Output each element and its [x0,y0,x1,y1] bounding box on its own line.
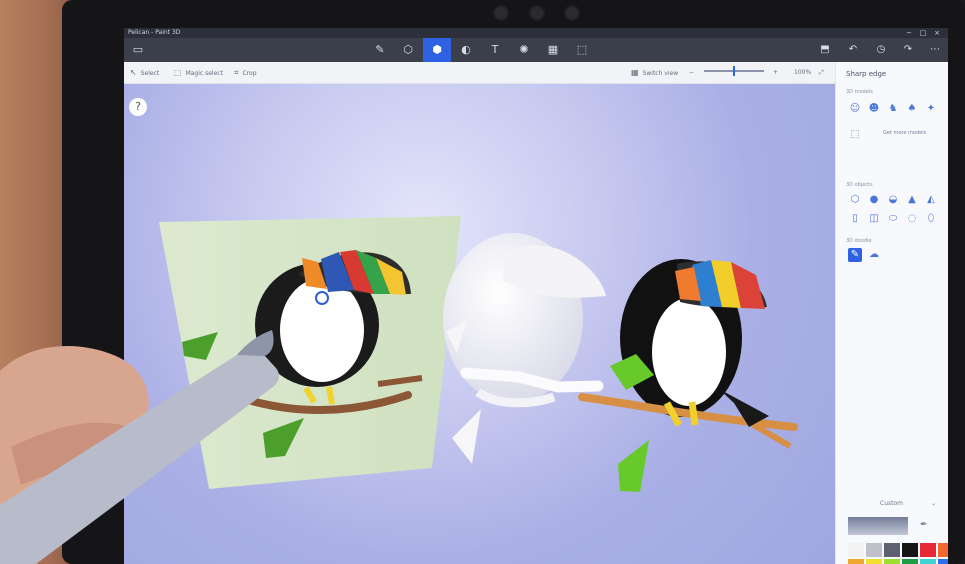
zoom-slider-thumb[interactable] [733,66,735,76]
magic-select-icon: ⬚ [174,68,182,77]
3d-objects-label: 3D objects [846,182,873,188]
capsule-icon[interactable]: ⬭ [886,212,900,226]
white-3d-toucan [443,233,606,464]
color-swatch[interactable] [884,559,900,564]
right-sidebar-panel: Sharp edge 3D models ☺ ☻ ♞ ♠ ✦ ⬚ Get mor… [835,62,948,564]
window-title: Pelican - Paint 3D [128,29,181,36]
torus-icon[interactable]: ⬯ [924,212,938,226]
select-icon: ↖ [130,68,137,77]
3d-canvas[interactable]: ? [124,84,835,564]
camera-icon [566,7,578,19]
more-options-icon[interactable]: ⋯ [923,38,947,62]
color-swatch[interactable] [920,543,936,557]
panel-title: Sharp edge [846,70,887,78]
color-swatch[interactable] [920,559,936,564]
canvas-toolbar: ↖ Select ⬚ Magic select ⌗ Crop ▦ Switch view… [124,62,835,84]
switch-view-button[interactable]: ▦ Switch view [631,62,678,84]
woman-model-icon[interactable]: ☻ [867,102,881,116]
fit-to-screen-icon[interactable]: ⤢ [819,62,824,84]
crop-icon: ⌗ [234,68,239,77]
dog-model-icon[interactable]: ♞ [886,102,900,116]
crop-tool[interactable]: ⌗ Crop [234,62,257,84]
tube-icon[interactable]: ◫ [867,212,881,226]
cone-icon[interactable]: ▲ [905,193,919,207]
maximize-icon[interactable]: □ [916,28,930,38]
pen-tip-image [248,380,260,392]
pyramid-icon[interactable]: ◭ [924,193,938,207]
file-menu-icon[interactable]: ▭ [128,38,148,62]
3d-shapes-icon[interactable]: ⬢ [423,38,451,62]
color-swatch[interactable] [938,559,948,564]
2d-shapes-icon[interactable]: ⬡ [394,38,422,62]
color-swatch[interactable] [938,543,948,557]
switch-view-icon: ▦ [631,68,639,77]
man-model-icon[interactable]: ☺ [848,102,862,116]
zoom-level: 100% [794,69,812,76]
color-swatch[interactable] [902,543,918,557]
undo-icon[interactable]: ↶ [841,38,865,62]
get-more-models-link[interactable]: Get more models [883,130,926,136]
color-swatch[interactable] [848,543,864,557]
colored-3d-toucan [578,259,798,492]
color-swatch[interactable] [902,559,918,564]
cube-icon[interactable]: ⬡ [848,193,862,207]
sharp-edge-doodle-icon[interactable]: ✎ [848,248,862,262]
selected-color-preview [848,517,908,535]
remix-icon[interactable]: ⬒ [813,38,837,62]
camera-icon [495,7,507,19]
eyedropper-icon[interactable]: ✒ [920,520,928,530]
magic-select-tool[interactable]: ⬚ Magic select [174,62,223,84]
color-swatch[interactable] [848,559,864,564]
top-menu-bar: ▭ ✎ ⬡ ⬢ ◐ T ✺ ▦ ⬚ ⬒ ↶ ◷ ↷ ⋯ [124,38,948,62]
history-icon[interactable]: ◷ [869,38,893,62]
zoom-slider[interactable] [704,66,764,76]
camera-icon [531,7,543,19]
minimize-icon[interactable]: − [902,28,916,38]
redo-icon[interactable]: ↷ [896,38,920,62]
3d-doodle-label: 3D doodle [846,238,872,244]
color-swatch[interactable] [866,543,882,557]
paint3d-window: Pelican - Paint 3D − □ × ▭ ✎ ⬡ ⬢ ◐ T ✺ ▦… [124,28,948,564]
brush-tool-icon[interactable]: ✎ [366,38,394,62]
window-title-bar: Pelican - Paint 3D − □ × [124,28,948,38]
paint-3d-library-icon[interactable]: ⬚ [568,38,596,62]
canvas-icon[interactable]: ▦ [539,38,567,62]
soft-edge-doodle-icon[interactable]: ☁ [867,248,881,262]
select-tool[interactable]: ↖ Select [130,62,159,84]
zoom-in-icon[interactable]: + [773,62,778,84]
text-tool-icon[interactable]: T [481,38,509,62]
donut-icon[interactable]: ◌ [905,212,919,226]
zoom-out-icon[interactable]: − [689,62,694,84]
close-icon[interactable]: × [930,28,944,38]
stickers-icon[interactable]: ◐ [452,38,480,62]
color-swatch[interactable] [866,559,882,564]
fish-model-icon[interactable]: ✦ [924,102,938,116]
sphere-icon[interactable]: ● [867,193,881,207]
chevron-down-icon[interactable]: ⌄ [931,500,936,507]
get-more-models-icon[interactable]: ⬚ [848,128,862,142]
hemisphere-icon[interactable]: ◒ [886,193,900,207]
cat-model-icon[interactable]: ♠ [905,102,919,116]
3d-models-label: 3D models [846,89,873,95]
color-swatch[interactable] [884,543,900,557]
effects-icon[interactable]: ✺ [510,38,538,62]
custom-color-label: Custom [880,500,903,507]
canvas-artwork [124,216,798,492]
cylinder-icon[interactable]: ▯ [848,212,862,226]
